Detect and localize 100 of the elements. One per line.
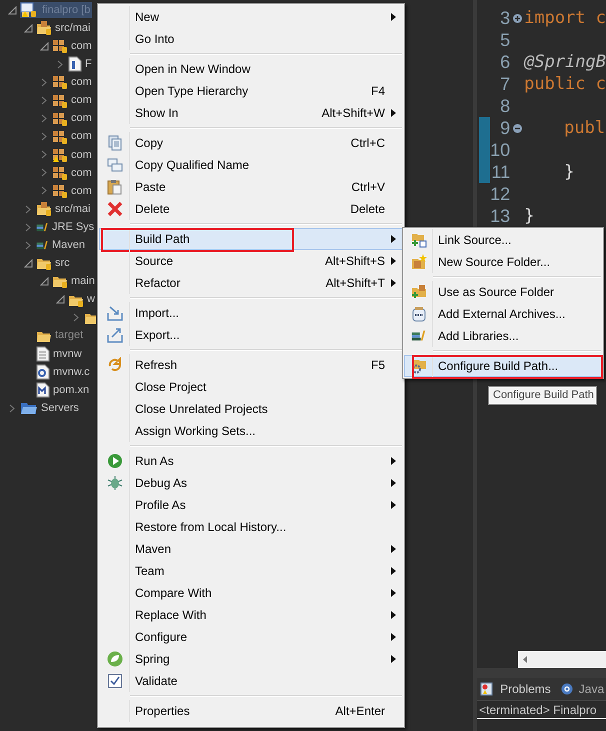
library-icon xyxy=(410,329,426,343)
menu-item[interactable]: Open in New Window xyxy=(99,58,403,80)
bug-icon xyxy=(106,475,122,491)
menu-item[interactable]: Restore from Local History... xyxy=(99,516,403,538)
line-number: 12 xyxy=(490,185,510,203)
horizontal-scrollbar[interactable] xyxy=(518,651,606,668)
code-line: } xyxy=(563,164,574,180)
line-number: 7 xyxy=(499,75,510,93)
submenu-arrow-icon xyxy=(391,567,396,575)
submenu-arrow-icon xyxy=(391,655,396,663)
tree-item-label[interactable]: com xyxy=(71,38,92,54)
tree-item-label[interactable]: Servers xyxy=(41,400,79,416)
menu-item[interactable]: Close Unrelated Projects xyxy=(99,398,403,420)
code-line: } xyxy=(524,208,534,224)
menu-item[interactable]: Copy Ctrl+C xyxy=(99,132,403,154)
tree-item-label[interactable]: F xyxy=(85,56,92,73)
source-folder-icon xyxy=(36,20,52,36)
menu-item[interactable]: Go Into xyxy=(99,28,403,50)
scroll-left-icon[interactable] xyxy=(523,656,528,663)
submenu-arrow-icon xyxy=(391,257,396,265)
package-warning-icon xyxy=(52,146,68,163)
tooltip: Configure Build Path xyxy=(488,386,597,405)
submenu-arrow-icon xyxy=(391,479,396,487)
link-folder-icon xyxy=(410,232,426,248)
package-icon xyxy=(52,92,68,109)
package-icon xyxy=(52,182,68,199)
menu-item[interactable]: Profile As xyxy=(99,494,403,516)
menu-item[interactable]: Assign Working Sets... xyxy=(99,420,403,442)
package-icon xyxy=(52,128,68,145)
menu-item[interactable]: Source Alt+Shift+S xyxy=(99,250,403,272)
maven-file-icon xyxy=(36,382,50,398)
menu-item[interactable]: Add External Archives... xyxy=(404,303,602,325)
source-folder-icon xyxy=(410,284,426,300)
menu-item[interactable]: Configure Build Path... xyxy=(404,355,602,377)
tree-item-label[interactable]: target xyxy=(55,327,84,344)
menu-item[interactable]: Export... xyxy=(99,324,403,346)
tree-item-label[interactable]: com xyxy=(71,128,92,145)
code-line: publ xyxy=(563,120,606,136)
gear-file-icon xyxy=(36,364,50,380)
project-icon xyxy=(20,2,38,18)
menu-item[interactable]: Debug As xyxy=(99,472,403,494)
panel-tab[interactable]: Java xyxy=(560,680,604,698)
menu-item[interactable]: Replace With xyxy=(99,604,403,626)
line-number: 10 xyxy=(490,141,510,159)
tree-item-label[interactable]: com xyxy=(71,146,92,164)
line-number: 8 xyxy=(499,97,510,115)
tree-item-label[interactable]: pom.xn xyxy=(53,382,90,398)
tree-item-label[interactable]: com xyxy=(71,182,92,200)
expand-fold-icon[interactable] xyxy=(512,14,522,22)
tree-item-label[interactable]: mvnw.c xyxy=(53,364,90,380)
tree-item-label[interactable]: mvnw xyxy=(53,346,82,362)
menu-item[interactable]: Open Type Hierarchy F4 xyxy=(99,80,403,102)
problems-icon xyxy=(480,682,494,696)
menu-item[interactable]: New Source Folder... xyxy=(404,251,602,273)
tree-item-label[interactable]: src/mai xyxy=(55,200,90,218)
menu-item[interactable]: Refresh F5 xyxy=(99,354,403,376)
menu-item[interactable]: Run As xyxy=(99,450,403,472)
servers-folder-icon xyxy=(20,400,38,416)
menu-item[interactable]: Spring xyxy=(99,648,403,670)
tree-item-label[interactable]: w xyxy=(87,291,95,308)
menu-item[interactable]: Configure xyxy=(99,626,403,648)
menu-item[interactable]: Link Source... xyxy=(404,229,602,251)
line-number: 13 xyxy=(490,207,510,225)
menu-item[interactable]: Import... xyxy=(99,302,403,324)
tree-item-label[interactable]: com xyxy=(71,164,92,182)
menu-item[interactable]: Paste Ctrl+V xyxy=(99,176,403,198)
collapse-fold-icon[interactable] xyxy=(512,124,522,132)
tree-item-label[interactable]: src/mai xyxy=(55,20,90,36)
menu-item[interactable]: Properties Alt+Enter xyxy=(99,700,403,722)
library-icon xyxy=(36,222,49,233)
submenu-arrow-icon xyxy=(391,279,396,287)
tree-item-label[interactable]: src xyxy=(55,255,70,272)
copy-icon xyxy=(106,135,122,151)
menu-item[interactable]: Delete Delete xyxy=(99,198,403,220)
menu-item[interactable]: Add Libraries... xyxy=(404,325,602,347)
menu-item[interactable]: Show In Alt+Shift+W xyxy=(99,102,403,124)
jar-icon xyxy=(410,306,426,322)
menu-item[interactable]: Close Project xyxy=(99,376,403,398)
line-number: 6 xyxy=(499,53,510,71)
menu-item[interactable]: Copy Qualified Name xyxy=(99,154,403,176)
library-icon xyxy=(36,240,49,251)
file-icon xyxy=(36,346,50,362)
tree-item-label[interactable]: com xyxy=(71,92,92,109)
tree-item-label[interactable]: Maven xyxy=(52,237,86,254)
menu-item[interactable]: Validate xyxy=(99,670,403,692)
console-status-text: <terminated> Finalpro xyxy=(477,701,606,719)
leaf-icon xyxy=(106,651,122,667)
menu-item[interactable]: Use as Source Folder xyxy=(404,281,602,303)
menu-item[interactable]: Refactor Alt+Shift+T xyxy=(99,272,403,294)
menu-item[interactable]: New xyxy=(99,6,403,28)
menu-item[interactable]: Maven xyxy=(99,538,403,560)
new-folder-icon xyxy=(410,254,426,270)
tree-item-label[interactable]: com xyxy=(71,110,92,127)
tree-item-label[interactable]: com xyxy=(71,74,92,91)
panel-tab[interactable]: Problems xyxy=(480,680,551,698)
menu-item[interactable]: Build Path xyxy=(99,228,403,250)
tree-item-label[interactable]: JRE Sys xyxy=(52,218,94,236)
menu-item[interactable]: Compare With xyxy=(99,582,403,604)
tree-item-label[interactable]: main xyxy=(71,273,95,290)
menu-item[interactable]: Team xyxy=(99,560,403,582)
